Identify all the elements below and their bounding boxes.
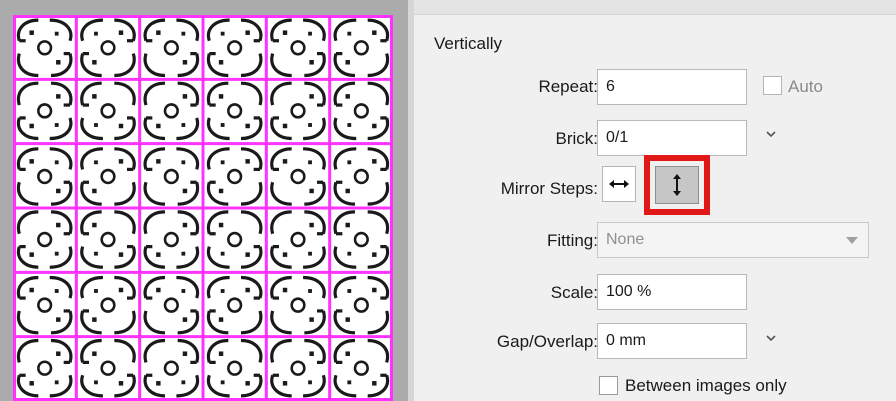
pattern-tile — [270, 210, 326, 269]
panel-top-bar — [414, 0, 896, 15]
pattern-tile — [270, 18, 326, 78]
fitting-label: Fitting: — [546, 231, 598, 250]
pattern-tile — [16, 338, 73, 398]
pattern-preview-image — [13, 15, 393, 401]
pattern-tile — [333, 338, 390, 398]
pattern-tile — [143, 81, 200, 141]
mirror-vertical-button[interactable] — [655, 166, 699, 204]
mirror-vertical-highlight — [644, 155, 710, 215]
fitting-select[interactable]: None — [597, 222, 869, 258]
auto-checkbox[interactable] — [763, 76, 782, 95]
pattern-tile — [80, 210, 136, 269]
scale-label: Scale: — [550, 283, 598, 302]
pattern-tile — [270, 338, 326, 398]
pattern-tile — [80, 338, 136, 398]
brick-chevron-down-icon[interactable] — [764, 129, 778, 139]
pattern-tile — [206, 338, 263, 398]
pattern-tile — [206, 275, 263, 335]
vertical-arrow-icon — [673, 174, 681, 196]
repeat-label: Repeat: — [538, 77, 598, 96]
pattern-tile — [16, 81, 73, 141]
preview-pane — [0, 0, 408, 401]
horizontal-arrow-icon — [609, 180, 629, 188]
pattern-tile — [143, 275, 200, 335]
pattern-tile — [16, 275, 73, 335]
pattern-tile — [333, 81, 390, 141]
brick-label: Brick: — [555, 129, 599, 148]
pattern-tile — [206, 18, 263, 78]
pattern-tile — [270, 275, 326, 335]
between-images-only-label: Between images only — [625, 376, 787, 395]
pattern-tile — [333, 18, 390, 78]
pattern-tile — [143, 18, 200, 78]
mirror-steps-label: Mirror Steps: — [500, 179, 598, 198]
pattern-tile — [270, 147, 326, 206]
pattern-tile — [333, 210, 390, 269]
brick-input[interactable]: 0/1 — [597, 120, 747, 156]
pattern-tile — [143, 210, 200, 269]
mirror-horizontal-button[interactable] — [602, 166, 636, 202]
between-images-only-checkbox[interactable] — [599, 376, 618, 395]
pattern-tile — [80, 275, 136, 335]
pattern-tile — [16, 18, 73, 78]
fitting-select-value: None — [606, 231, 645, 248]
pattern-tile — [80, 147, 136, 206]
gap-overlap-input[interactable]: 0 mm — [597, 323, 747, 359]
pattern-tile — [143, 147, 200, 206]
pattern-tile — [80, 18, 136, 78]
pattern-tile — [16, 210, 73, 269]
gap-overlap-label: Gap/Overlap: — [496, 332, 598, 351]
pattern-tile — [16, 147, 73, 206]
pattern-tile — [80, 81, 136, 141]
pattern-tile — [206, 147, 263, 206]
gap-overlap-chevron-down-icon[interactable] — [764, 333, 778, 343]
scale-input[interactable]: 100 % — [597, 274, 747, 310]
pattern-tile — [270, 81, 326, 141]
pattern-tile — [333, 147, 390, 206]
pattern-preview — [13, 15, 393, 401]
pattern-tile — [206, 81, 263, 141]
vertical-settings-panel: Vertically Repeat: 6 Auto Brick: 0/1 Mir… — [414, 0, 896, 401]
pattern-tile — [143, 338, 200, 398]
pattern-tile — [333, 275, 390, 335]
section-title: Vertically — [434, 34, 503, 53]
fitting-dropdown-arrow-icon — [846, 237, 858, 244]
auto-checkbox-label: Auto — [788, 77, 823, 96]
repeat-input[interactable]: 6 — [597, 69, 747, 105]
pattern-tile — [206, 210, 263, 269]
